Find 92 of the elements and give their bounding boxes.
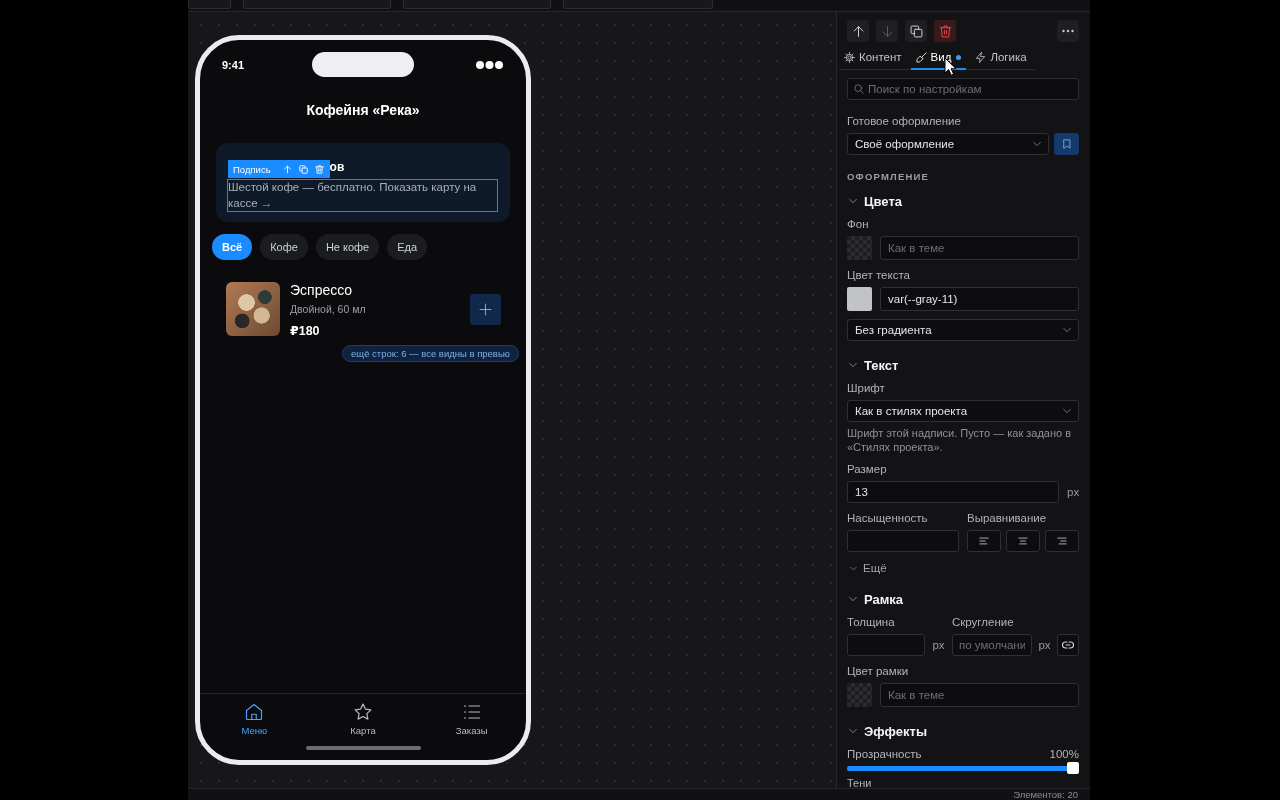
search-field[interactable]: Поиск по настройкам (847, 78, 1079, 100)
brush-icon (915, 51, 927, 63)
field-label: Выравнивание (967, 511, 1048, 525)
section-toggle[interactable]: Эффекты (847, 723, 928, 739)
section-heading: ОФОРМЛЕНИЕ (847, 171, 931, 183)
field-label: Размер (847, 462, 888, 476)
align-button[interactable] (967, 530, 1001, 552)
bookmark-icon (1061, 139, 1072, 149)
home-icon (245, 703, 264, 721)
align-right-icon (1057, 536, 1067, 546)
unit-label: px (931, 639, 946, 651)
help-text: Шрифт этой надписи. Пусто — как задано в «Стилях проекта». (847, 426, 1073, 454)
tab-bar-item[interactable]: Меню (200, 694, 309, 740)
border-width-field[interactable] (847, 634, 925, 656)
plus-icon (479, 303, 492, 316)
trash-icon (938, 24, 952, 38)
color-field[interactable]: Как в теме (880, 236, 1079, 260)
screen-title: Кофейня «Река» (305, 101, 421, 119)
color-swatch[interactable] (847, 236, 872, 260)
add-button[interactable] (470, 294, 501, 325)
slider-thumb[interactable] (1067, 762, 1079, 774)
panel-tab[interactable]: Логика (970, 46, 1032, 70)
list-icon (462, 703, 481, 721)
card-text: Шестой кофе — бесплатно. Показать карту на кассе → (227, 179, 498, 212)
field-label: Скругление (952, 615, 1015, 629)
preset-dropdown[interactable]: Своё оформление (847, 133, 1049, 155)
number-field[interactable]: 13 (847, 481, 1059, 503)
tab-bar-item[interactable]: Заказы (417, 694, 526, 740)
copy-icon[interactable] (298, 164, 308, 174)
color-swatch[interactable] (847, 683, 872, 707)
field-label: Цвет рамки (847, 664, 910, 678)
section-toggle[interactable]: Текст (847, 357, 899, 373)
color-field[interactable]: Как в теме (880, 683, 1079, 707)
align-center-icon (1018, 536, 1028, 546)
move-up-button[interactable] (847, 20, 869, 42)
weight-field[interactable] (847, 530, 959, 552)
arrow-up-icon[interactable] (282, 164, 292, 174)
corner-radius-field[interactable]: по умолчани (952, 634, 1032, 656)
section-toggle[interactable]: Рамка (847, 591, 904, 607)
filter-chip[interactable]: Кофе (260, 234, 308, 260)
element-count: Элементов: 20 (1013, 789, 1078, 800)
chevron-down-icon (1033, 140, 1041, 148)
status-time: 9:41 (222, 58, 245, 71)
field-label: Насыщенность (847, 511, 929, 525)
search-icon (854, 84, 864, 94)
dropdown[interactable]: Без градиента (847, 319, 1079, 341)
field-label: Прозрачность (847, 747, 922, 761)
star-icon (354, 703, 372, 721)
more-rows-badge: ещё строк: 6 — все видны в превью (342, 345, 519, 362)
gear-icon (844, 51, 855, 63)
link-button[interactable] (1057, 634, 1079, 656)
chevron-down-icon (1063, 407, 1071, 415)
arrow-up-icon (851, 24, 865, 38)
arrow-down-icon (880, 24, 894, 38)
field-label: Фон (847, 217, 870, 231)
field-label: Толщина (847, 615, 896, 629)
field-label: Готовое оформление (847, 114, 962, 128)
copy-icon (909, 24, 923, 38)
more-toggle[interactable]: Ещё (847, 561, 887, 575)
unit-label: px (1067, 486, 1080, 498)
slider-value: 100% (1049, 747, 1079, 761)
unit-label: px (1037, 639, 1052, 651)
section-toggle[interactable]: Цвета (847, 193, 902, 209)
trash-icon[interactable] (314, 164, 324, 174)
status-dots-icon (476, 60, 503, 69)
chevron-down-icon (850, 564, 857, 572)
align-left-icon (979, 536, 989, 546)
field-label: Цвет текста (847, 268, 911, 282)
chevron-down-icon (1063, 326, 1071, 334)
delete-button[interactable] (934, 20, 956, 42)
filter-chip[interactable]: Не кофе (315, 234, 380, 260)
align-button[interactable] (1045, 530, 1079, 552)
more-button[interactable] (1057, 20, 1079, 42)
color-swatch[interactable] (847, 287, 872, 311)
tab-bar-item[interactable]: Карта (308, 694, 418, 740)
duplicate-button[interactable] (905, 20, 927, 42)
filter-chip[interactable]: Еда (387, 234, 428, 260)
lightning-icon (975, 51, 987, 63)
bookmark-button[interactable] (1054, 133, 1079, 155)
item-description: Двойной, 60 мл (290, 302, 367, 316)
item-price: ₽180 (290, 323, 321, 339)
field-label: Шрифт (847, 381, 886, 395)
photo-placeholder (226, 282, 280, 336)
card-heading: ов (329, 160, 345, 174)
item-name: Эспрессо (290, 282, 354, 299)
panel-tab[interactable]: Контент (839, 46, 907, 70)
element-type-label: Подпись (233, 163, 271, 175)
align-button[interactable] (1006, 530, 1040, 552)
link-icon (1062, 639, 1074, 651)
field-label: Тени (847, 777, 873, 788)
color-field[interactable]: var(--gray-11) (880, 287, 1079, 311)
dropdown[interactable]: Как в стилях проекта (847, 400, 1079, 422)
